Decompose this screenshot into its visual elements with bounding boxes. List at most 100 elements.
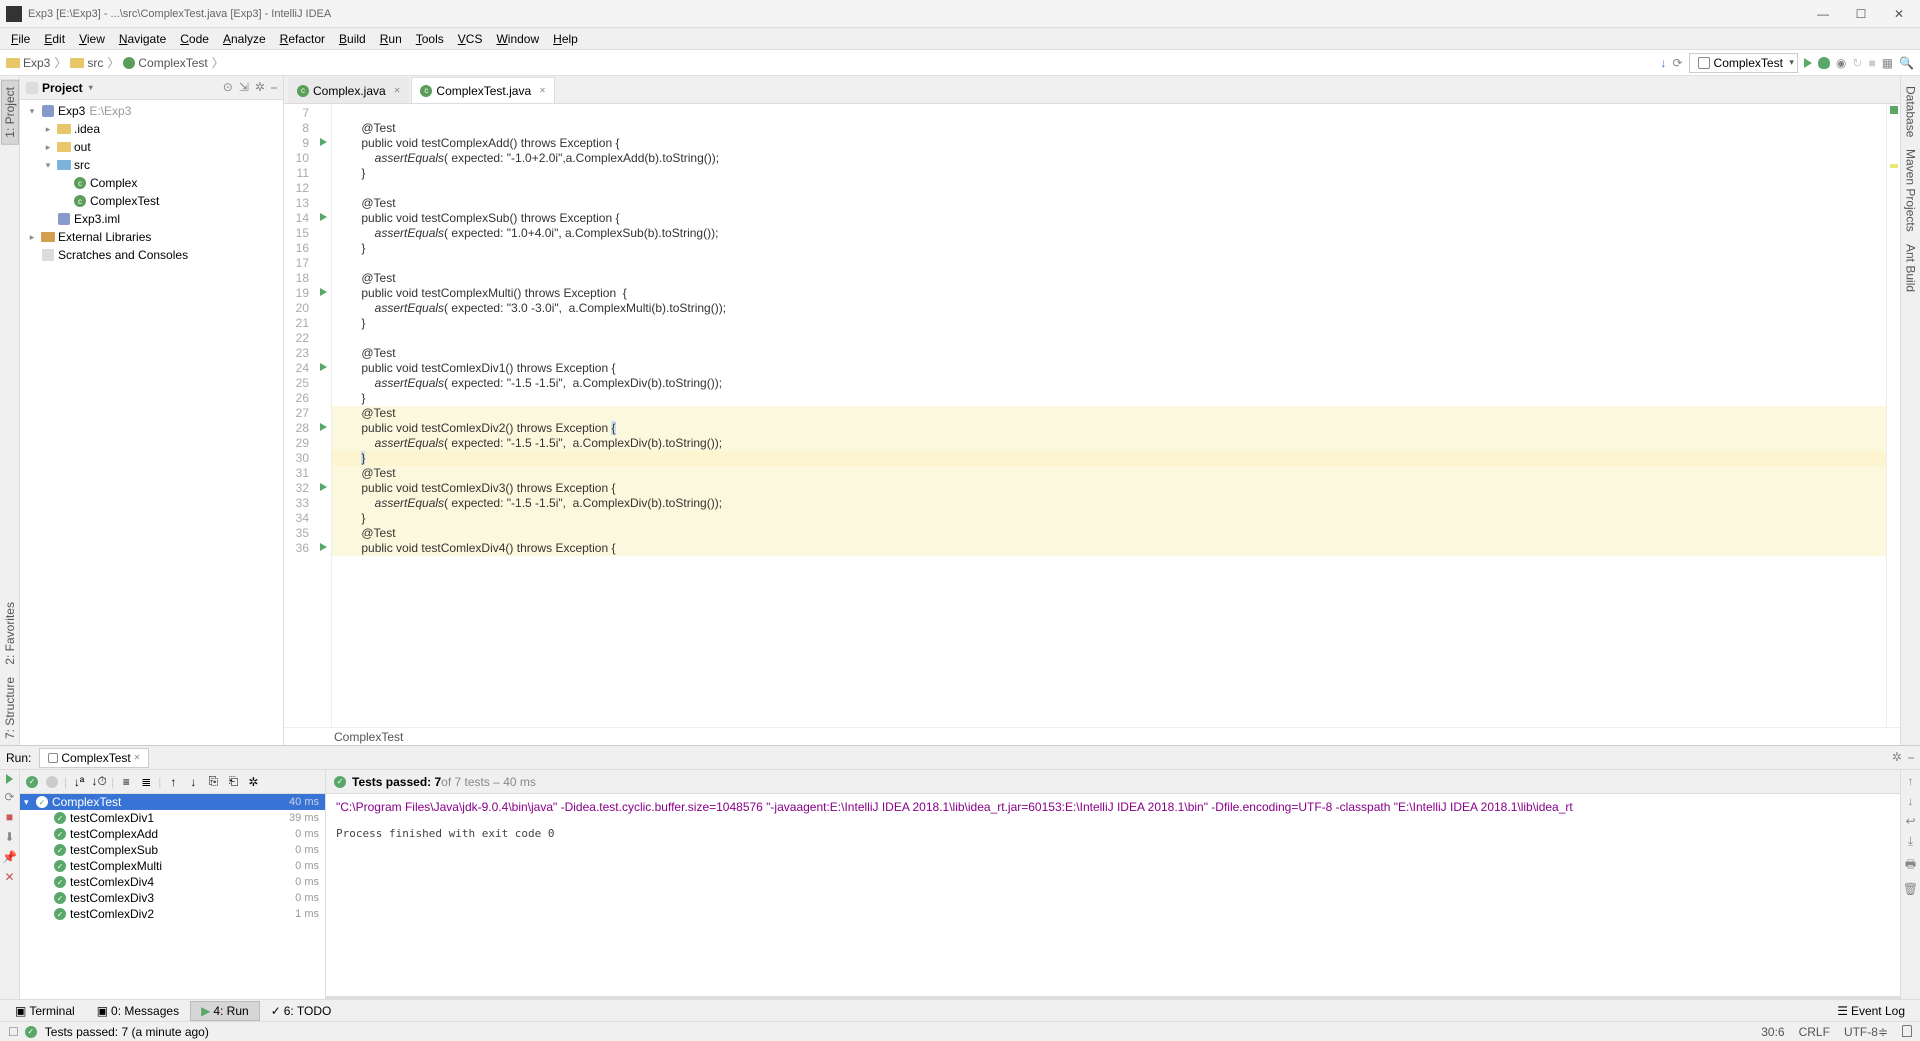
- menu-bar[interactable]: FileEditViewNavigateCodeAnalyzeRefactorB…: [0, 28, 1920, 50]
- settings-icon[interactable]: ✲: [255, 80, 265, 95]
- tree-twisty[interactable]: ▾: [42, 160, 54, 171]
- bottom-tab-terminal[interactable]: ▣Terminal: [4, 1001, 86, 1021]
- menu-refactor[interactable]: Refactor: [273, 30, 332, 48]
- run-session-tab[interactable]: ComplexTest✕: [39, 748, 149, 768]
- tree-twisty[interactable]: ▾: [26, 106, 38, 117]
- file-encoding[interactable]: UTF-8≑: [1844, 1025, 1888, 1039]
- gutter-run-icon[interactable]: [320, 213, 327, 221]
- menu-view[interactable]: View: [72, 30, 112, 48]
- breadcrumb-item[interactable]: ComplexTest: [138, 56, 207, 70]
- tree-item[interactable]: ▾src: [20, 156, 283, 174]
- hide-icon[interactable]: ⎯: [271, 80, 277, 95]
- sort-duration-icon[interactable]: ↓⏱: [91, 774, 107, 790]
- left-tool-strip[interactable]: 1: Project 2: Favorites 7: Structure: [0, 76, 20, 745]
- run-panel-header[interactable]: Run: ComplexTest✕ ✲ ⎯: [0, 746, 1920, 770]
- bottom-tool-tabs[interactable]: ▣Terminal▣0: Messages▶4: Run✓6: TODO☰Eve…: [0, 999, 1920, 1021]
- coverage-button[interactable]: ◉: [1836, 56, 1846, 70]
- code-line[interactable]: }: [332, 241, 1886, 256]
- left-tab-project[interactable]: 1: Project: [1, 80, 19, 145]
- menu-run[interactable]: Run: [373, 30, 409, 48]
- test-item[interactable]: ✓testComplexSub0 ms: [20, 842, 325, 858]
- right-tool-strip[interactable]: Database Maven Projects Ant Build: [1900, 76, 1920, 745]
- menu-help[interactable]: Help: [546, 30, 585, 48]
- tree-item[interactable]: ▸.idea: [20, 120, 283, 138]
- close-panel-icon[interactable]: ✕: [4, 870, 14, 884]
- gutter-run-icon[interactable]: [320, 363, 327, 371]
- gutter-run-icon[interactable]: [320, 423, 327, 431]
- run-config-selector[interactable]: ComplexTest: [1689, 53, 1798, 73]
- test-root[interactable]: ▾✓ComplexTest40 ms: [20, 794, 325, 810]
- menu-code[interactable]: Code: [173, 30, 216, 48]
- editor-tabs[interactable]: cComplex.java✕cComplexTest.java✕: [284, 76, 1900, 104]
- test-item[interactable]: ✓testComlexDiv40 ms: [20, 874, 325, 890]
- breadcrumb-item[interactable]: Exp3: [23, 56, 50, 70]
- menu-build[interactable]: Build: [332, 30, 373, 48]
- stop-icon[interactable]: ■: [6, 810, 13, 824]
- menu-navigate[interactable]: Navigate: [112, 30, 173, 48]
- code-line[interactable]: public void testComplexMulti() throws Ex…: [332, 286, 1886, 301]
- code-line[interactable]: assertEquals( expected: "-1.5 -1.5i", a.…: [332, 496, 1886, 511]
- editor-tab[interactable]: cComplex.java✕: [288, 77, 409, 103]
- code-line[interactable]: assertEquals( expected: "-1.5 -1.5i", a.…: [332, 436, 1886, 451]
- run-button[interactable]: [1804, 58, 1812, 68]
- code-line[interactable]: @Test: [332, 406, 1886, 421]
- next-failed-icon[interactable]: ↓: [185, 774, 201, 790]
- code-line[interactable]: public void testComlexDiv1() throws Exce…: [332, 361, 1886, 376]
- test-item[interactable]: ✓testComplexMulti0 ms: [20, 858, 325, 874]
- code-line[interactable]: [332, 181, 1886, 196]
- code-line[interactable]: assertEquals( expected: "-1.5 -1.5i", a.…: [332, 376, 1886, 391]
- code-line[interactable]: assertEquals( expected: "3.0 -3.0i", a.C…: [332, 301, 1886, 316]
- close-button[interactable]: ✕: [1884, 4, 1914, 24]
- breadcrumb[interactable]: Exp3〉src〉ComplexTest〉: [6, 54, 228, 71]
- code-line[interactable]: @Test: [332, 526, 1886, 541]
- close-tab-icon[interactable]: ✕: [394, 86, 401, 95]
- import-icon[interactable]: ⎗: [225, 774, 241, 790]
- tree-twisty[interactable]: ▸: [26, 232, 38, 243]
- scroll-up-icon[interactable]: ↑: [1908, 774, 1914, 788]
- sort-alpha-icon[interactable]: ↓ª: [71, 774, 87, 790]
- tree-twisty[interactable]: ▸: [42, 142, 54, 153]
- bottom-tab-todo[interactable]: ✓6: TODO: [260, 1001, 343, 1021]
- menu-file[interactable]: File: [4, 30, 37, 48]
- left-tab-structure[interactable]: 7: Structure: [2, 671, 18, 745]
- gutter-run-icon[interactable]: [320, 288, 327, 296]
- tree-item[interactable]: ▸External Libraries: [20, 228, 283, 246]
- code-body[interactable]: @Test public void testComplexAdd() throw…: [332, 104, 1886, 727]
- test-toolbar[interactable]: ✓ | ↓ª ↓⏱ | ≡ ≣ | ↑ ↓ ⎘ ⎗ ✲: [20, 770, 325, 794]
- profile-button[interactable]: ↻: [1852, 56, 1862, 70]
- code-line[interactable]: public void testComlexDiv3() throws Exce…: [332, 481, 1886, 496]
- dump-icon[interactable]: ⬇: [4, 830, 14, 844]
- expand-all-icon[interactable]: ≡: [118, 774, 134, 790]
- right-tab-ant[interactable]: Ant Build: [1903, 238, 1919, 298]
- scroll-down-icon[interactable]: ↓: [1908, 794, 1914, 808]
- line-separator[interactable]: CRLF: [1799, 1025, 1830, 1039]
- clear-all-icon[interactable]: 🗑: [1903, 882, 1918, 896]
- right-tab-database[interactable]: Database: [1903, 80, 1919, 143]
- download-icon[interactable]: ↓: [1660, 56, 1666, 70]
- tree-item[interactable]: cComplexTest: [20, 192, 283, 210]
- soft-wrap-icon[interactable]: ↩: [1905, 814, 1915, 828]
- export-icon[interactable]: ⎘: [205, 774, 221, 790]
- gutter[interactable]: 7891011121314151617181920212223242526272…: [284, 104, 332, 727]
- code-line[interactable]: assertEquals( expected: "-1.0+2.0i",a.Co…: [332, 151, 1886, 166]
- menu-edit[interactable]: Edit: [37, 30, 72, 48]
- project-panel-header[interactable]: Project ⊙ ⇲ ✲ ⎯: [20, 76, 283, 100]
- debug-button[interactable]: [1818, 57, 1830, 69]
- breadcrumb-item[interactable]: src: [87, 56, 103, 70]
- code-editor[interactable]: 7891011121314151617181920212223242526272…: [284, 104, 1900, 727]
- pin-icon[interactable]: 📌: [2, 850, 17, 864]
- tree-item[interactable]: cComplex: [20, 174, 283, 192]
- code-line[interactable]: }: [332, 451, 1886, 466]
- warning-marker[interactable]: [1890, 164, 1898, 168]
- caret-position[interactable]: 30:6: [1761, 1025, 1784, 1039]
- code-line[interactable]: public void testComplexAdd() throws Exce…: [332, 136, 1886, 151]
- collapse-all-icon[interactable]: ≣: [138, 774, 154, 790]
- cog-icon[interactable]: ✲: [1892, 750, 1902, 765]
- show-passed-icon[interactable]: ✓: [26, 776, 38, 788]
- maximize-button[interactable]: ☐: [1846, 4, 1876, 24]
- code-line[interactable]: }: [332, 391, 1886, 406]
- code-line[interactable]: assertEquals( expected: "1.0+4.0i", a.Co…: [332, 226, 1886, 241]
- event-log-tab[interactable]: ☰Event Log: [1826, 1001, 1916, 1021]
- code-line[interactable]: @Test: [332, 196, 1886, 211]
- code-breadcrumb-bar[interactable]: ComplexTest: [284, 727, 1900, 745]
